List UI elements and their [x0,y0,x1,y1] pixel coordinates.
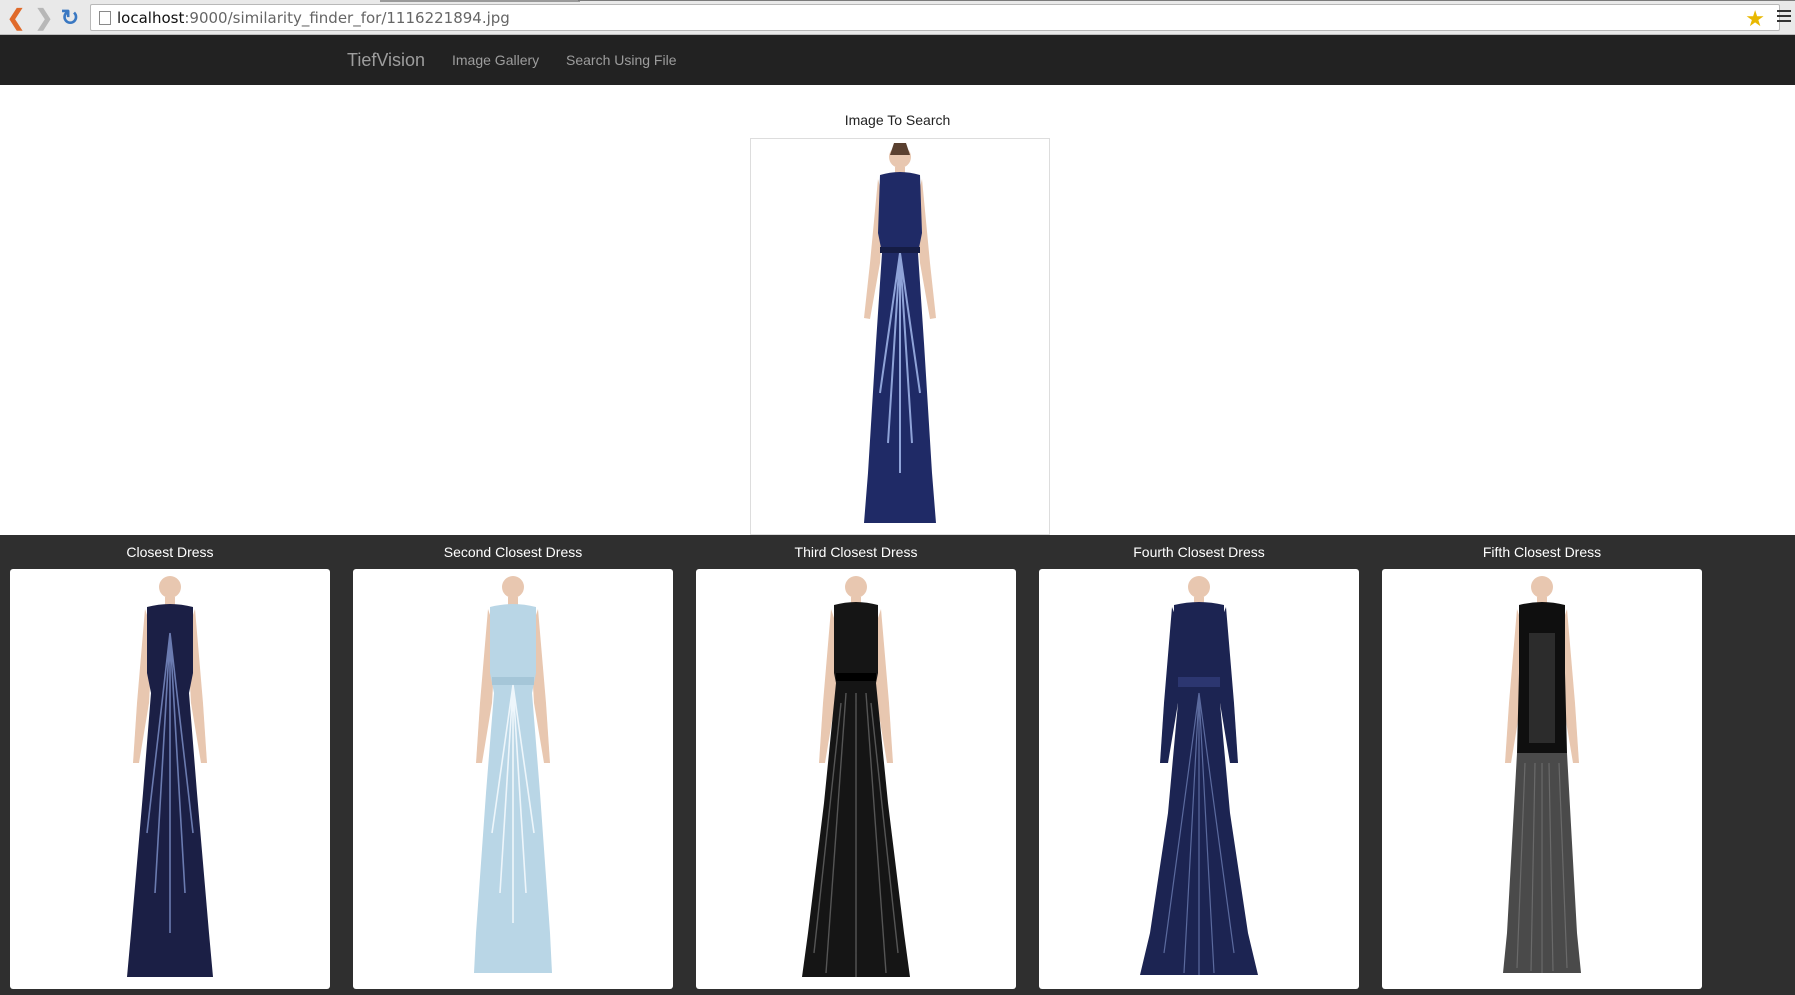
nav-image-gallery[interactable]: Image Gallery [452,52,539,68]
browser-toolbar: ❮ ❯ ↻ localhost:9000/similarity_finder_f… [0,0,1795,35]
forward-arrow-icon[interactable]: ❯ [32,5,56,30]
dress-figure-icon [802,576,910,977]
address-bar[interactable]: localhost:9000/similarity_finder_for/111… [90,4,1780,31]
tab-indicator [380,0,580,2]
query-image [750,138,1050,535]
result-card: Fifth Closest Dress [1382,535,1702,995]
result-title: Fifth Closest Dress [1482,544,1602,560]
brand-link[interactable]: TiefVision [347,50,425,71]
result-card: Closest Dress [10,535,330,995]
results-section: Closest Dress Second Closest Dress Third… [0,535,1795,995]
page-icon [99,10,111,25]
dress-figure-icon [1140,576,1258,975]
query-title: Image To Search [844,112,951,128]
dress-figure-icon [864,143,936,523]
result-title: Third Closest Dress [794,544,918,560]
result-title: Second Closest Dress [443,544,583,560]
nav-search-using-file[interactable]: Search Using File [566,52,677,68]
result-image[interactable] [10,569,330,989]
query-section: Image To Search [0,85,1795,535]
app-navbar: TiefVision Image Gallery Search Using Fi… [0,35,1795,85]
result-card: Second Closest Dress [353,535,673,995]
result-card: Third Closest Dress [696,535,1016,995]
dress-figure-icon [1503,576,1581,973]
url-host: localhost [117,8,185,27]
back-arrow-icon[interactable]: ❮ [4,5,28,30]
reload-icon[interactable]: ↻ [58,5,82,30]
dress-figure-icon [127,576,213,977]
result-image[interactable] [353,569,673,989]
result-card: Fourth Closest Dress [1039,535,1359,995]
result-image[interactable] [1039,569,1359,989]
dress-figure-icon [474,576,552,973]
result-title: Closest Dress [126,544,214,560]
result-image[interactable] [1382,569,1702,989]
browser-menu-icon[interactable] [1777,10,1791,22]
tab-strip-line [578,0,1795,1]
result-image[interactable] [696,569,1016,989]
url-path: :9000/similarity_finder_for/1116221894.j… [184,8,510,27]
bookmark-star-icon[interactable]: ★ [1745,6,1765,32]
result-title: Fourth Closest Dress [1133,544,1265,560]
